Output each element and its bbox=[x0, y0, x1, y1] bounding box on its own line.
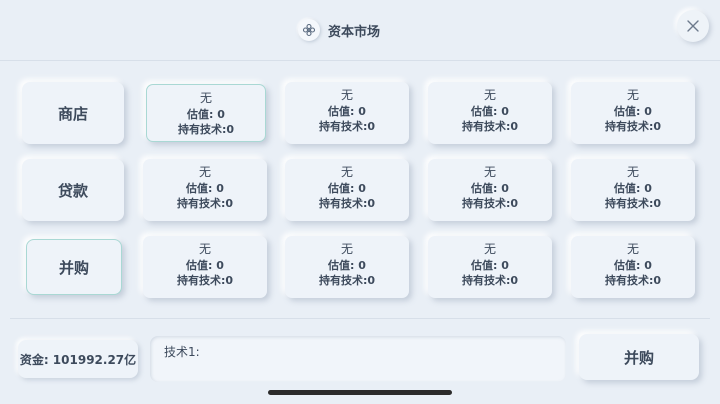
company-tech: 持有技术:0 bbox=[461, 120, 519, 133]
home-indicator[interactable] bbox=[268, 390, 452, 395]
company-name: 无 bbox=[198, 242, 211, 256]
close-icon bbox=[687, 17, 699, 36]
company-valuation: 估值: 0 bbox=[186, 259, 224, 272]
company-slot[interactable]: 无 估值: 0 持有技术:0 bbox=[571, 236, 695, 298]
flower-icon bbox=[298, 19, 320, 41]
company-slot[interactable]: 无 估值: 0 持有技术:0 bbox=[285, 82, 409, 144]
company-tech: 持有技术:0 bbox=[177, 123, 235, 136]
company-valuation: 估值: 0 bbox=[186, 182, 224, 195]
company-slot[interactable]: 无 估值: 0 持有技术:0 bbox=[571, 82, 695, 144]
company-slot[interactable]: 无 估值: 0 持有技术:0 bbox=[146, 84, 266, 142]
company-tech: 持有技术:0 bbox=[318, 197, 376, 210]
company-name: 无 bbox=[199, 91, 212, 105]
tech-input[interactable]: 技术1: bbox=[150, 336, 566, 382]
company-tech: 持有技术:0 bbox=[461, 274, 519, 287]
company-name: 无 bbox=[483, 165, 496, 179]
company-tech: 持有技术:0 bbox=[318, 120, 376, 133]
company-name: 无 bbox=[340, 165, 353, 179]
company-slot[interactable]: 无 估值: 0 持有技术:0 bbox=[143, 159, 267, 221]
company-valuation: 估值: 0 bbox=[328, 259, 366, 272]
company-tech: 持有技术:0 bbox=[461, 197, 519, 210]
page-title: 资本市场 bbox=[328, 24, 381, 40]
company-slot[interactable]: 无 估值: 0 持有技术:0 bbox=[285, 236, 409, 298]
company-tech: 持有技术:0 bbox=[604, 274, 662, 287]
header-divider bbox=[0, 60, 720, 61]
sidebar-item-loan[interactable]: 贷款 bbox=[22, 159, 124, 221]
company-tech: 持有技术:0 bbox=[604, 120, 662, 133]
company-slot[interactable]: 无 估值: 0 持有技术:0 bbox=[571, 159, 695, 221]
company-valuation: 估值: 0 bbox=[471, 182, 509, 195]
funds-text: 资金: 101992.27亿 bbox=[19, 352, 137, 367]
company-valuation: 估值: 0 bbox=[614, 182, 652, 195]
company-tech: 持有技术:0 bbox=[176, 197, 234, 210]
company-name: 无 bbox=[626, 88, 639, 102]
sidebar-item-label: 贷款 bbox=[57, 181, 88, 200]
merge-button-label: 并购 bbox=[623, 348, 654, 367]
company-name: 无 bbox=[340, 242, 353, 256]
header: 资本市场 bbox=[0, 0, 720, 60]
company-tech: 持有技术:0 bbox=[318, 274, 376, 287]
footer-divider bbox=[10, 318, 710, 319]
funds-display: 资金: 101992.27亿 bbox=[18, 340, 138, 378]
tech-label: 技术1: bbox=[164, 345, 200, 359]
company-name: 无 bbox=[483, 242, 496, 256]
company-name: 无 bbox=[483, 88, 496, 102]
company-valuation: 估值: 0 bbox=[471, 105, 509, 118]
company-name: 无 bbox=[340, 88, 353, 102]
company-name: 无 bbox=[198, 165, 211, 179]
company-name: 无 bbox=[626, 165, 639, 179]
company-tech: 持有技术:0 bbox=[604, 197, 662, 210]
merge-button[interactable]: 并购 bbox=[579, 334, 699, 380]
close-button[interactable] bbox=[677, 10, 709, 42]
company-valuation: 估值: 0 bbox=[614, 259, 652, 272]
company-valuation: 估值: 0 bbox=[614, 105, 652, 118]
sidebar-item-shop[interactable]: 商店 bbox=[22, 82, 124, 144]
company-valuation: 估值: 0 bbox=[187, 108, 225, 121]
sidebar-item-merger[interactable]: 并购 bbox=[26, 239, 122, 295]
company-slot[interactable]: 无 估值: 0 持有技术:0 bbox=[428, 236, 552, 298]
company-name: 无 bbox=[626, 242, 639, 256]
sidebar-item-label: 并购 bbox=[58, 258, 89, 277]
company-valuation: 估值: 0 bbox=[328, 105, 366, 118]
company-slot[interactable]: 无 估值: 0 持有技术:0 bbox=[285, 159, 409, 221]
title-group: 资本市场 bbox=[298, 19, 380, 41]
company-valuation: 估值: 0 bbox=[471, 259, 509, 272]
company-slot[interactable]: 无 估值: 0 持有技术:0 bbox=[428, 82, 552, 144]
sidebar-item-label: 商店 bbox=[57, 104, 88, 123]
company-slot[interactable]: 无 估值: 0 持有技术:0 bbox=[428, 159, 552, 221]
company-tech: 持有技术:0 bbox=[176, 274, 234, 287]
company-slot[interactable]: 无 估值: 0 持有技术:0 bbox=[143, 236, 267, 298]
company-valuation: 估值: 0 bbox=[328, 182, 366, 195]
